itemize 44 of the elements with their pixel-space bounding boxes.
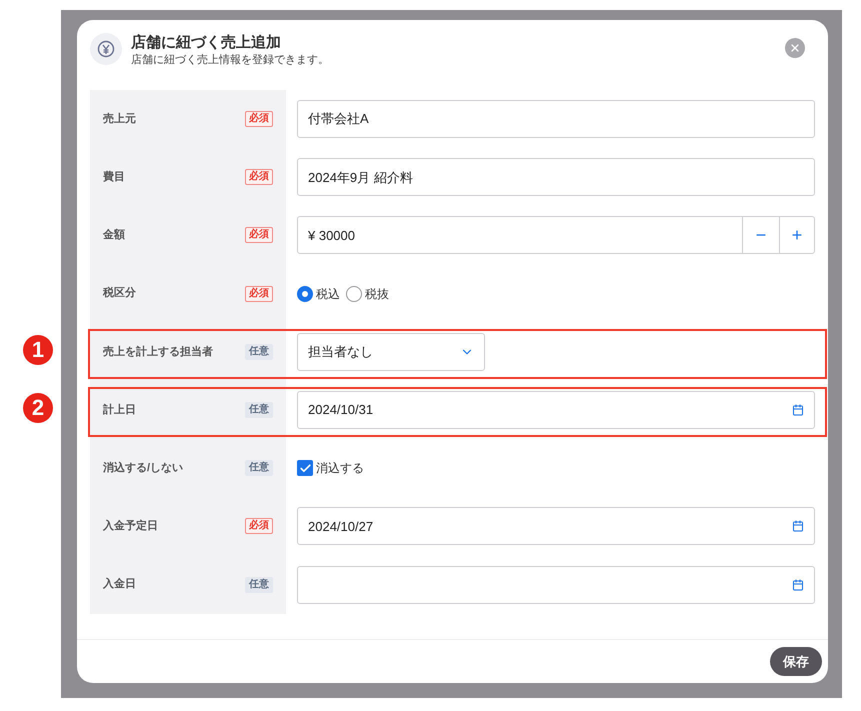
required-badge: 必須 (245, 518, 273, 534)
optional-badge: 任意 (245, 344, 273, 360)
field-label: 金額 (103, 228, 125, 244)
field-label: 消込する/しない (103, 460, 184, 476)
yen-icon (90, 33, 122, 65)
save-button[interactable]: 保存 (770, 647, 822, 676)
text-field[interactable]: 付帯会社A (297, 100, 815, 138)
radio-button[interactable] (346, 286, 362, 302)
increment-button[interactable]: + (779, 216, 815, 254)
date-field[interactable]: 2024/10/27 (297, 507, 815, 546)
date-field[interactable]: 2024/10/31 (297, 391, 815, 430)
field-label: 入金予定日 (103, 518, 158, 534)
select-field[interactable]: 担当者なし (297, 332, 485, 371)
optional-badge: 任意 (245, 402, 273, 418)
text-field[interactable]: 2024年9月 紹介料 (297, 158, 815, 196)
dialog-title: 店舗に紐づく売上追加 (131, 33, 282, 53)
radio-button[interactable] (297, 286, 313, 302)
field-label: 売上を計上する担当者 (103, 344, 213, 360)
close-icon (789, 42, 801, 54)
dialog-subtitle: 店舗に紐づく売上情報を登録できます。 (131, 53, 329, 67)
required-badge: 必須 (245, 227, 273, 244)
checkbox[interactable] (297, 460, 313, 476)
calendar-icon (792, 578, 804, 591)
field-label: 計上日 (103, 402, 136, 418)
marker-number: 1 (23, 334, 53, 365)
radio-label: 税抜 (365, 286, 389, 303)
optional-badge: 任意 (245, 460, 273, 476)
decrement-button[interactable]: − (743, 216, 779, 254)
optional-badge: 任意 (245, 576, 273, 593)
amount-field[interactable]: ¥ 30000 (297, 216, 743, 254)
field-label: 入金日 (103, 576, 136, 592)
date-field[interactable] (297, 566, 815, 604)
field-label: 費目 (103, 170, 125, 186)
required-badge: 必須 (245, 111, 273, 128)
field-label: 売上元 (103, 112, 136, 127)
marker-number: 2 (23, 392, 53, 423)
radio-label: 税込 (316, 286, 340, 303)
close-button[interactable] (785, 38, 805, 58)
field-label: 税区分 (103, 286, 136, 302)
calendar-icon (792, 404, 804, 416)
calendar-icon (792, 520, 804, 532)
checkbox-label: 消込する (316, 460, 364, 478)
required-badge: 必須 (245, 286, 273, 302)
required-badge: 必須 (245, 169, 273, 186)
